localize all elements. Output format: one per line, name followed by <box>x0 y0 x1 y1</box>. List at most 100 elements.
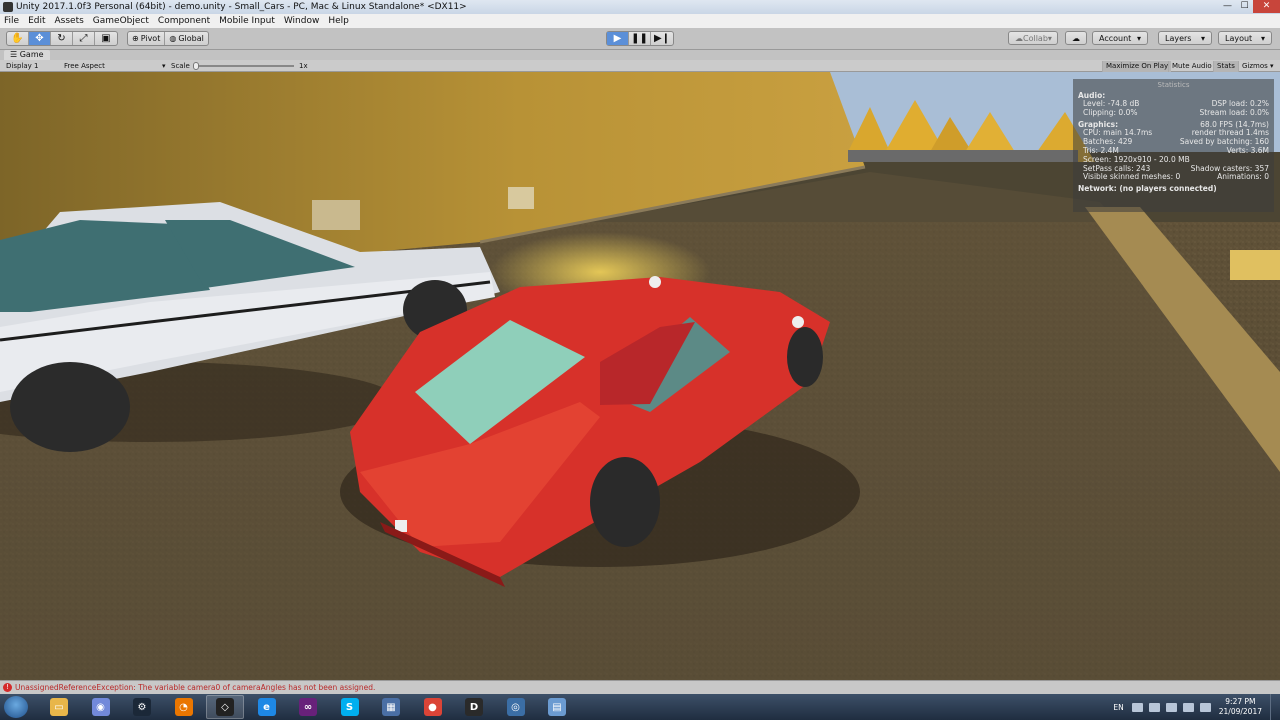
app-blue-icon: ◎ <box>506 698 525 716</box>
collab-label: Collab <box>1023 33 1048 43</box>
taskbar-app-visual-studio[interactable]: ∞ <box>289 695 327 719</box>
hand-tool-icon[interactable]: ✋ <box>7 32 29 45</box>
scale-slider-track[interactable] <box>194 65 294 67</box>
game-view-toolbar: Display 1 Free Aspect ▾ Scale 1x Maximiz… <box>0 60 1280 73</box>
unity-app-icon <box>3 2 13 12</box>
chevron-down-icon: ▾ <box>1270 62 1274 70</box>
account-dropdown[interactable]: Account ▾ <box>1092 31 1148 45</box>
gamepad-icon: ☰ <box>10 50 20 59</box>
clock[interactable]: 9:27 PM 21/09/2017 <box>1219 697 1262 717</box>
main-toolbar: ✋ ✥ ↻ ⤢ ▣ ⊕ Pivot ◍ Global ▶ ❚❚ ▶❙ ☁ Collab… <box>0 28 1280 50</box>
taskbar-app-steam[interactable]: ⚙ <box>123 695 161 719</box>
menu-window[interactable]: Window <box>284 16 320 26</box>
display-dropdown[interactable]: Display 1 <box>6 61 38 71</box>
taskbar-app-paint[interactable]: ▦ <box>372 695 410 719</box>
statistics-title: Statistics <box>1157 81 1190 89</box>
step-icon[interactable]: ▶❙ <box>651 32 673 45</box>
move-tool-icon[interactable]: ✥ <box>29 32 51 45</box>
menu-mobile-input[interactable]: Mobile Input <box>219 16 275 26</box>
console-message[interactable]: UnassignedReferenceException: The variab… <box>15 683 375 692</box>
bollard <box>508 187 534 209</box>
minimize-icon[interactable]: — <box>1219 0 1236 13</box>
taskbar-app-blender[interactable]: ◔ <box>165 695 203 719</box>
chevron-down-icon: ▾ <box>1200 33 1205 43</box>
taskbar-app-app-blue[interactable]: ◎ <box>497 695 535 719</box>
network-icon[interactable] <box>1182 702 1194 712</box>
system-tray: EN 9:27 PM 21/09/2017 <box>1113 694 1280 720</box>
menu-bar: File Edit Assets GameObject Component Mo… <box>0 14 1280 28</box>
transform-tools: ✋ ✥ ↻ ⤢ ▣ <box>6 31 118 46</box>
menu-assets[interactable]: Assets <box>55 16 84 26</box>
windows-taskbar: ▭ ◉ ⚙ ◔ ◇ e ∞ S ▦ ● D ◎ ▤ EN 9:27 PM 21/09/2017 <box>0 694 1280 720</box>
volume-icon[interactable] <box>1199 702 1211 712</box>
cloud-button[interactable]: ☁ <box>1065 31 1087 45</box>
layers-dropdown[interactable]: Layers ▾ <box>1158 31 1212 45</box>
show-desktop-button[interactable] <box>1270 694 1280 720</box>
notepad-icon: ▤ <box>548 698 566 716</box>
unity-icon: ◇ <box>216 698 234 716</box>
scale-tool-icon[interactable]: ⤢ <box>73 32 95 45</box>
pivot-button[interactable]: ⊕ Pivot <box>128 32 166 45</box>
menu-file[interactable]: File <box>4 16 19 26</box>
taskbar-app-doom[interactable]: D <box>455 695 493 719</box>
menu-gameobject[interactable]: GameObject <box>93 16 149 26</box>
start-button[interactable] <box>4 696 28 718</box>
stats-value: Animations: 0 <box>1217 172 1269 182</box>
stats-value: Visible skinned meshes: 0 <box>1083 172 1181 182</box>
close-icon[interactable]: ✕ <box>1253 0 1280 13</box>
chevron-down-icon: ▾ <box>1260 33 1265 43</box>
window-title: Unity 2017.1.0f3 Personal (64bit) - demo… <box>16 2 467 12</box>
scale-slider-thumb[interactable] <box>193 62 199 70</box>
chevron-down-icon: ▾ <box>1136 33 1141 43</box>
maximize-icon[interactable]: ☐ <box>1236 0 1253 13</box>
menu-edit[interactable]: Edit <box>28 16 45 26</box>
stats-value: Stream load: 0.0% <box>1199 107 1269 117</box>
aspect-dropdown[interactable]: Free Aspect <box>64 61 105 71</box>
global-label: Global <box>178 34 204 43</box>
edge-icon: e <box>257 698 276 716</box>
collab-dropdown[interactable]: ☁ Collab ▾ <box>1008 31 1058 45</box>
console-status-bar[interactable]: ! UnassignedReferenceException: The vari… <box>0 680 1280 694</box>
chevron-down-icon: ▾ <box>162 62 166 70</box>
network-status: Network: (no players connected) <box>1078 184 1217 194</box>
menu-help[interactable]: Help <box>328 16 349 26</box>
cloud-icon: ☁ <box>1072 33 1080 43</box>
skype-icon: S <box>340 698 359 716</box>
cloud-check-icon: ☁ <box>1015 33 1023 43</box>
pause-icon[interactable]: ❚❚ <box>629 32 651 45</box>
layout-dropdown[interactable]: Layout ▾ <box>1218 31 1272 45</box>
title-bar: Unity 2017.1.0f3 Personal (64bit) - demo… <box>0 0 1280 14</box>
error-icon: ! <box>3 683 12 692</box>
stats-value: Verts: 3.6M <box>1226 145 1269 155</box>
scale-label: Scale <box>171 62 190 70</box>
flag-icon[interactable] <box>1165 702 1177 712</box>
tray-arrow-icon[interactable] <box>1148 702 1160 712</box>
taskbar-app-unity[interactable]: ◇ <box>206 695 244 719</box>
layout-label: Layout <box>1225 33 1253 43</box>
taskbar-app-chrome[interactable]: ● <box>414 695 452 719</box>
tab-game[interactable]: ☰ Game <box>4 50 50 60</box>
taskbar-app-edge[interactable]: e <box>248 695 286 719</box>
taskbar-app-discord[interactable]: ◉ <box>82 695 120 719</box>
language-indicator[interactable]: EN <box>1113 703 1123 712</box>
rotate-tool-icon[interactable]: ↻ <box>51 32 73 45</box>
play-icon[interactable]: ▶ <box>607 32 629 45</box>
play-controls: ▶ ❚❚ ▶❙ <box>606 31 674 46</box>
rect-tool-icon[interactable]: ▣ <box>95 32 117 45</box>
discord-icon: ◉ <box>91 698 110 716</box>
stats-row: Clipping: 0.0% Stream load: 0.0% <box>1078 107 1269 118</box>
steam-icon: ⚙ <box>133 698 151 716</box>
taskbar-app-explorer[interactable]: ▭ <box>40 695 78 719</box>
taskbar-app-skype[interactable]: S <box>331 695 369 719</box>
layers-label: Layers <box>1165 33 1192 43</box>
bollard <box>1230 250 1280 280</box>
global-button[interactable]: ◍ Global <box>165 32 208 45</box>
chrome-icon: ● <box>423 698 442 716</box>
pivot-label: Pivot <box>140 34 161 43</box>
menu-component[interactable]: Component <box>158 16 210 26</box>
blender-icon: ◔ <box>174 698 193 716</box>
keyboard-icon[interactable] <box>1131 702 1143 712</box>
globe-icon: ◍ <box>169 34 177 43</box>
clock-time: 9:27 PM <box>1225 697 1256 706</box>
taskbar-app-notepad[interactable]: ▤ <box>538 695 576 719</box>
